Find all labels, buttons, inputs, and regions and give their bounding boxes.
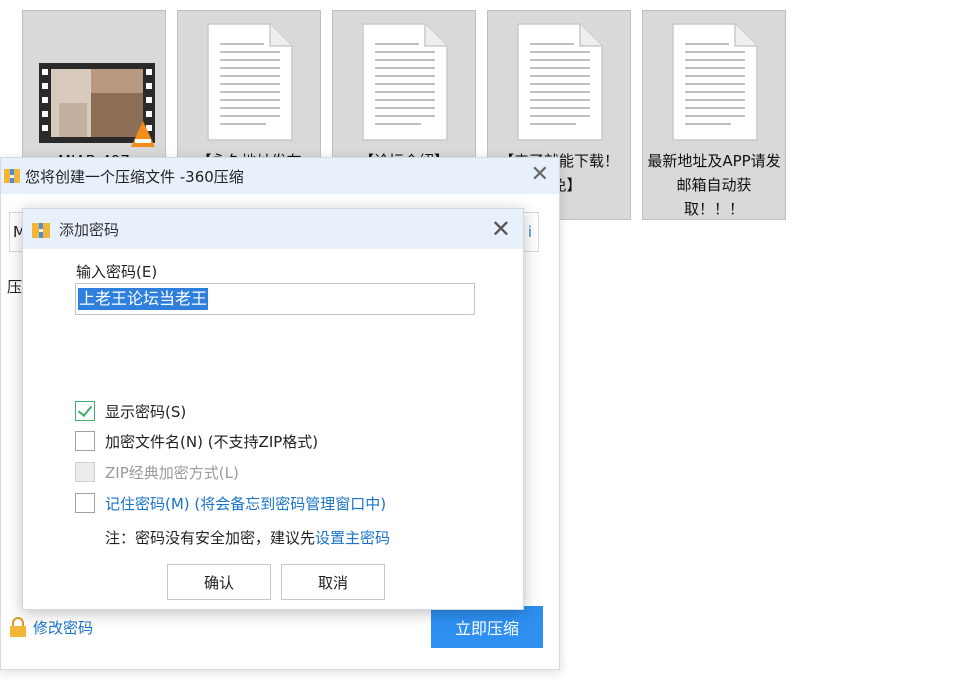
- document-icon: [362, 23, 448, 141]
- remember-password-option[interactable]: 记住密码(M) (将会备忘到密码管理窗口中): [75, 491, 386, 515]
- zip-classic-checkbox: [75, 462, 95, 482]
- option-label: 记住密码(M) (将会备忘到密码管理窗口中): [105, 494, 387, 513]
- compress-now-button[interactable]: 立即压缩: [431, 606, 543, 648]
- password-value: 上老王论坛当老王: [78, 288, 209, 310]
- add-password-dialog: 添加密码 ✕ 输入密码(E) 上老王论坛当老王 显示密码(S) 加密文件名(N)…: [22, 208, 524, 610]
- note-text: 注：密码没有安全加密，建议先: [105, 529, 316, 547]
- dialog-titlebar: 添加密码 ✕: [23, 209, 523, 249]
- document-icon: [207, 23, 293, 141]
- browse-button[interactable]: i: [528, 223, 532, 241]
- remember-password-checkbox[interactable]: [75, 493, 95, 513]
- document-icon: [517, 23, 603, 141]
- lock-icon: [10, 617, 26, 637]
- show-password-option[interactable]: 显示密码(S): [75, 399, 186, 423]
- show-password-checkbox[interactable]: [75, 401, 95, 421]
- encrypt-filenames-option[interactable]: 加密文件名(N) (不支持ZIP格式): [75, 429, 318, 453]
- compress-label: 压: [7, 278, 23, 296]
- archive-app-icon: [4, 169, 20, 183]
- file-tile-doc[interactable]: 最新地址及APP请发邮箱自动获取！！！: [642, 10, 786, 220]
- document-icon: [672, 23, 758, 141]
- file-caption: 最新地址及APP请发邮箱自动获取！！！: [647, 152, 781, 218]
- zip-classic-encryption-option: ZIP经典加密方式(L): [75, 460, 239, 484]
- cancel-button[interactable]: 取消: [281, 564, 385, 600]
- dialog-title: 添加密码: [59, 221, 120, 239]
- security-note: 注：密码没有安全加密，建议先设置主密码: [105, 527, 390, 548]
- password-input[interactable]: 上老王论坛当老王: [75, 283, 475, 315]
- modify-password-text: 修改密码: [33, 618, 94, 637]
- video-thumbnail-icon: [39, 63, 155, 147]
- modify-password-link[interactable]: 修改密码: [9, 614, 93, 640]
- close-icon[interactable]: ✕: [491, 215, 511, 243]
- option-label: ZIP经典加密方式(L): [105, 463, 239, 482]
- archive-app-icon: [32, 223, 50, 238]
- ok-button[interactable]: 确认: [167, 564, 271, 600]
- set-master-password-link[interactable]: 设置主密码: [315, 529, 390, 547]
- option-label: 加密文件名(N) (不支持ZIP格式): [105, 432, 319, 451]
- encrypt-filenames-checkbox[interactable]: [75, 431, 95, 451]
- dialog-titlebar: 您将创建一个压缩文件 -360压缩 ✕: [1, 158, 559, 194]
- close-icon[interactable]: ✕: [531, 162, 549, 188]
- dialog-title: 您将创建一个压缩文件 -360压缩: [25, 168, 244, 186]
- password-label: 输入密码(E): [76, 263, 158, 281]
- option-label: 显示密码(S): [105, 402, 187, 421]
- checkmark-icon: [77, 401, 93, 418]
